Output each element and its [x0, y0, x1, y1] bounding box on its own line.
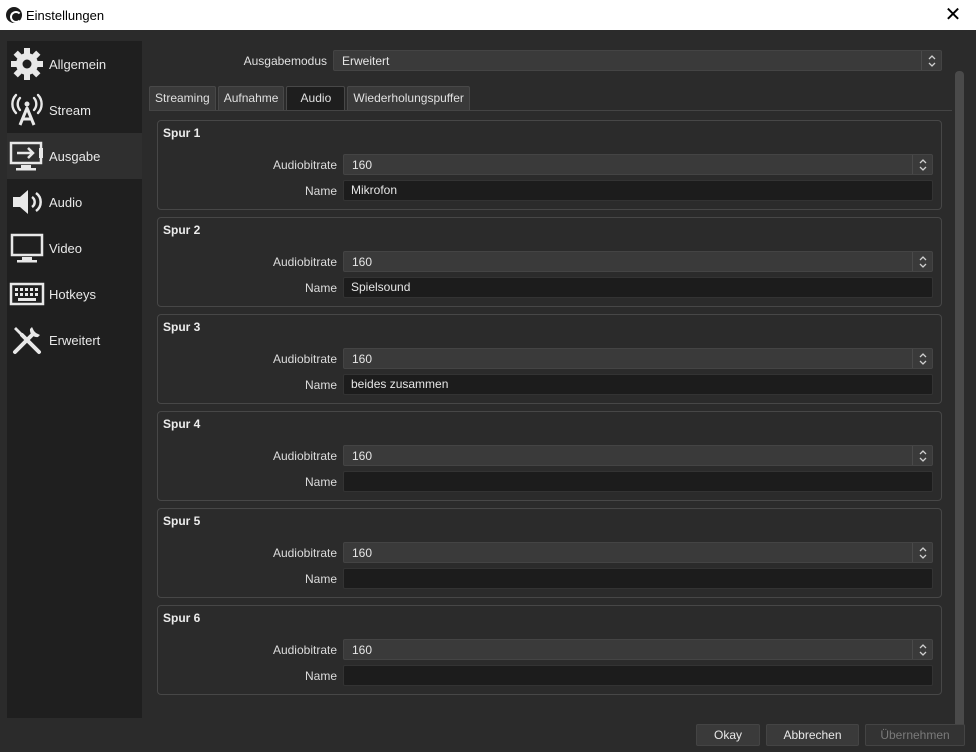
bitrate-label: Audiobitrate [272, 449, 337, 463]
track-name-input[interactable]: Spielsound [343, 277, 933, 298]
bitrate-value: 160 [352, 158, 373, 172]
spinner-arrows-icon [912, 155, 932, 174]
settings-window: Allgemein Stream Ausgabe Audio Video Hot… [0, 30, 976, 752]
bitrate-value: 160 [352, 449, 373, 463]
tab-aufnahme[interactable]: Aufnahme [217, 86, 285, 110]
bitrate-select[interactable]: 160 [343, 542, 933, 563]
track-group-3: Spur 3 Audiobitrate 160 Name beides zusa… [157, 314, 942, 404]
spinner-arrows-icon [912, 349, 932, 368]
speaker-icon [7, 179, 47, 225]
sidebar-item-label: Ausgabe [49, 148, 101, 164]
sidebar-item-ausgabe[interactable]: Ausgabe [7, 133, 142, 179]
spinner-arrows-icon [921, 51, 941, 70]
track-title: Spur 3 [163, 320, 201, 334]
output-mode-value: Erweitert [342, 54, 390, 68]
track-group-2: Spur 2 Audiobitrate 160 Name Spielsound [157, 217, 942, 307]
track-title: Spur 6 [163, 611, 201, 625]
track-title: Spur 1 [163, 126, 201, 140]
tab-wiederholungspuffer[interactable]: Wiederholungspuffer [347, 86, 470, 110]
apply-button[interactable]: Übernehmen [865, 724, 965, 746]
cancel-button[interactable]: Abbrechen [766, 724, 859, 746]
track-group-5: Spur 5 Audiobitrate 160 Name [157, 508, 942, 598]
output-mode-label: Ausgabemodus [243, 54, 327, 68]
name-label: Name [304, 475, 337, 489]
title-bar: Einstellungen ✕ [0, 0, 976, 30]
bitrate-select[interactable]: 160 [343, 639, 933, 660]
keyboard-icon [7, 271, 47, 317]
gear-icon [7, 41, 47, 87]
spinner-arrows-icon [912, 446, 932, 465]
settings-sidebar: Allgemein Stream Ausgabe Audio Video Hot… [7, 41, 142, 718]
track-name-input[interactable]: beides zusammen [343, 374, 933, 395]
sidebar-item-hotkeys[interactable]: Hotkeys [7, 271, 142, 317]
tab-audio[interactable]: Audio [286, 86, 346, 110]
bitrate-label: Audiobitrate [272, 255, 337, 269]
okay-button[interactable]: Okay [696, 724, 760, 746]
bitrate-select[interactable]: 160 [343, 445, 933, 466]
sidebar-item-audio[interactable]: Audio [7, 179, 142, 225]
output-tabs: Streaming Aufnahme Audio Wiederholungspu… [149, 86, 472, 110]
track-title: Spur 5 [163, 514, 201, 528]
bitrate-label: Audiobitrate [272, 546, 337, 560]
tools-icon [7, 317, 47, 363]
sidebar-item-label: Stream [49, 102, 91, 118]
sidebar-item-label: Allgemein [49, 56, 107, 72]
track-title: Spur 4 [163, 417, 201, 431]
track-name-input[interactable] [343, 665, 933, 686]
tabs-divider [149, 110, 952, 111]
sidebar-item-video[interactable]: Video [7, 225, 142, 271]
name-label: Name [304, 572, 337, 586]
output-monitor-icon [7, 133, 47, 179]
bitrate-value: 160 [352, 643, 373, 657]
sidebar-item-label: Erweitert [49, 332, 101, 348]
close-icon[interactable]: ✕ [930, 0, 976, 30]
bitrate-value: 160 [352, 255, 373, 269]
output-mode-select[interactable]: Erweitert [333, 50, 942, 71]
bitrate-value: 160 [352, 352, 373, 366]
bitrate-label: Audiobitrate [272, 352, 337, 366]
spinner-arrows-icon [912, 640, 932, 659]
name-label: Name [304, 378, 337, 392]
bitrate-label: Audiobitrate [272, 158, 337, 172]
sidebar-item-label: Hotkeys [49, 286, 96, 302]
monitor-icon [7, 225, 47, 271]
bitrate-label: Audiobitrate [272, 643, 337, 657]
track-name-input[interactable] [343, 568, 933, 589]
sidebar-item-stream[interactable]: Stream [7, 87, 142, 133]
vertical-scrollbar[interactable] [955, 71, 964, 744]
track-group-6: Spur 6 Audiobitrate 160 Name [157, 605, 942, 695]
spinner-arrows-icon [912, 543, 932, 562]
name-label: Name [304, 184, 337, 198]
bitrate-select[interactable]: 160 [343, 154, 933, 175]
bitrate-select[interactable]: 160 [343, 251, 933, 272]
scrollbar-thumb[interactable] [955, 71, 964, 744]
tab-streaming[interactable]: Streaming [149, 86, 216, 110]
name-label: Name [304, 669, 337, 683]
sidebar-item-erweitert[interactable]: Erweitert [7, 317, 142, 363]
bitrate-value: 160 [352, 546, 373, 560]
spinner-arrows-icon [912, 252, 932, 271]
output-settings-panel: Ausgabemodus Erweitert Streaming Aufnahm… [147, 41, 952, 718]
name-label: Name [304, 281, 337, 295]
obs-app-icon [6, 7, 22, 23]
track-title: Spur 2 [163, 223, 201, 237]
antenna-icon [7, 87, 47, 133]
sidebar-item-label: Video [49, 240, 83, 256]
sidebar-item-label: Audio [49, 194, 83, 210]
track-name-input[interactable]: Mikrofon [343, 180, 933, 201]
track-group-1: Spur 1 Audiobitrate 160 Name Mikrofon [157, 120, 942, 210]
sidebar-item-allgemein[interactable]: Allgemein [7, 41, 142, 87]
bitrate-select[interactable]: 160 [343, 348, 933, 369]
track-group-4: Spur 4 Audiobitrate 160 Name [157, 411, 942, 501]
track-name-input[interactable] [343, 471, 933, 492]
window-title: Einstellungen [26, 8, 105, 23]
